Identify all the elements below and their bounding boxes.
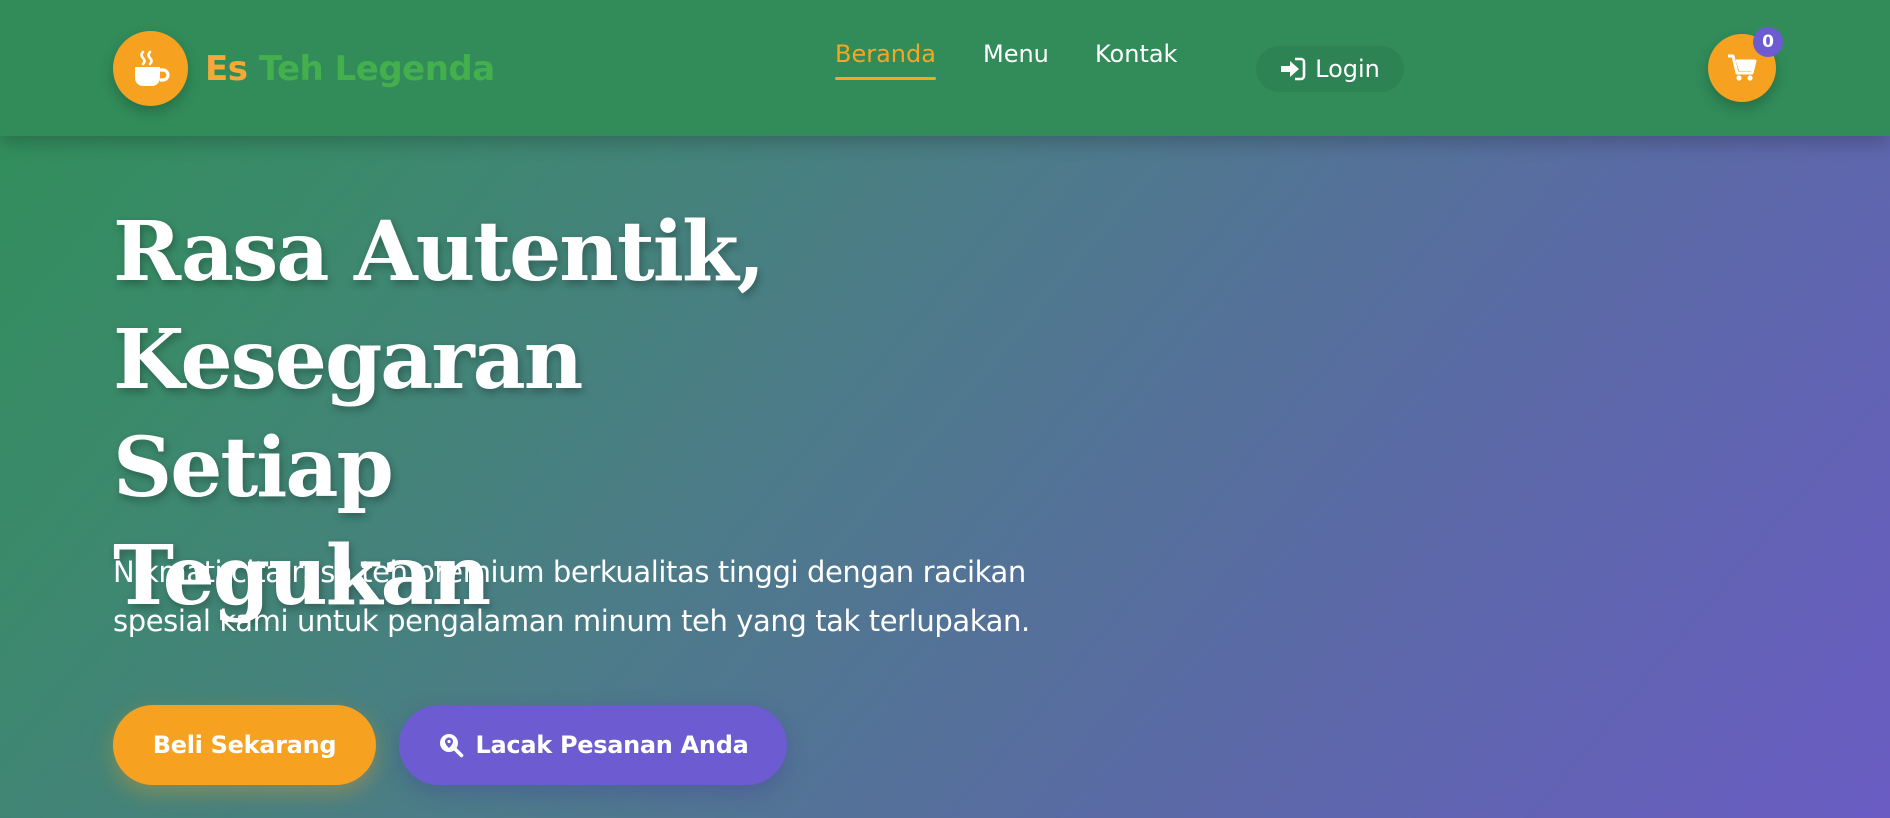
login-button[interactable]: Login [1256,46,1404,92]
hero-title-line-2: Kesegaran Setiap [113,312,583,516]
hero-subtitle: Nikmati cita rasa teh premium berkualita… [113,548,1113,646]
brand-name-es: Es [205,48,248,89]
buy-now-label: Beli Sekarang [152,731,337,759]
track-order-button[interactable]: Lacak Pesanan Anda [399,705,787,785]
nav-link-menu[interactable]: Menu [983,40,1049,68]
brand[interactable]: Es Teh Legenda [113,31,495,106]
brand-name: Es Teh Legenda [205,49,495,89]
logo-badge [113,31,188,106]
cart-count-badge: 0 [1753,27,1783,57]
search-location-icon [439,734,463,758]
nav-link-beranda[interactable]: Beranda [835,40,936,80]
brand-name-teh-legenda: Teh Legenda [258,48,495,89]
shopping-cart-icon [1728,54,1757,81]
hero-title-line-1: Rasa Autentik, [113,204,765,300]
track-order-label: Lacak Pesanan Anda [475,731,749,759]
buy-now-button[interactable]: Beli Sekarang [113,705,376,785]
nav-link-kontak[interactable]: Kontak [1095,40,1177,68]
sign-in-icon [1281,57,1306,81]
login-label: Login [1315,55,1380,83]
navbar: Es Teh Legenda Beranda Menu Kontak Login… [0,0,1890,136]
hero-subtitle-line-2: spesial kami untuk pengalaman minum teh … [113,604,1030,638]
hero-subtitle-line-1: Nikmati cita rasa teh premium berkualita… [113,555,1026,589]
mug-hot-icon [134,50,170,86]
